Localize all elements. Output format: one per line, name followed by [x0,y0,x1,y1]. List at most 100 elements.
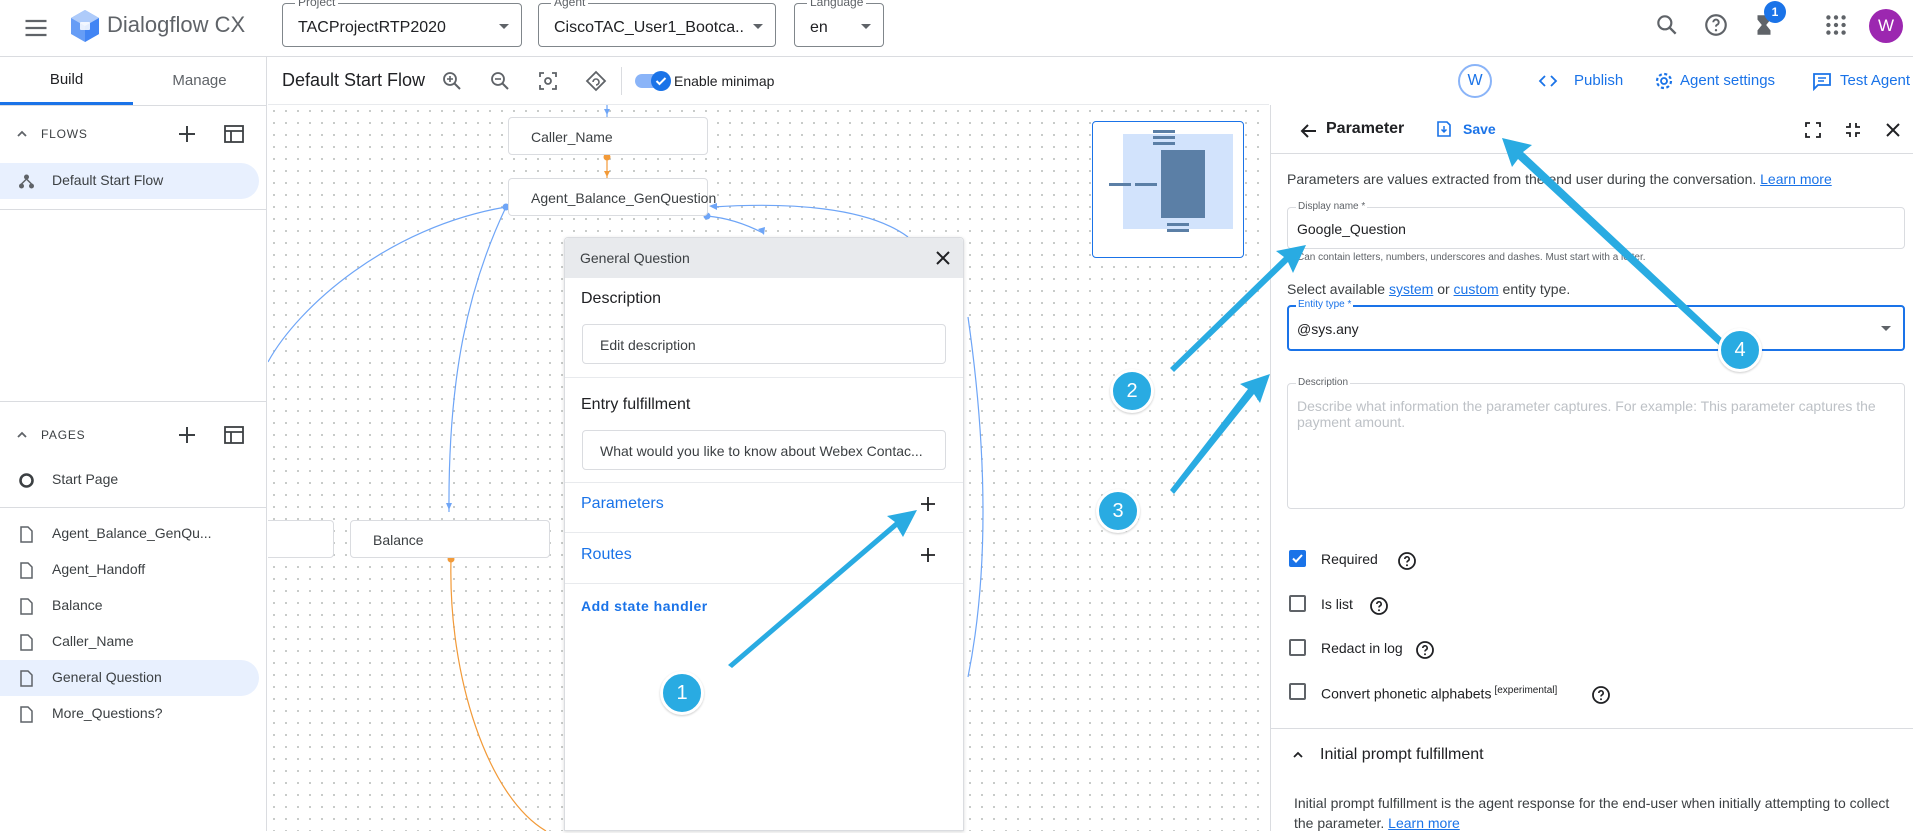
notification-count-badge: 1 [1764,1,1786,23]
page-item[interactable]: Balance [0,588,259,624]
tab-build[interactable]: Build [0,57,133,105]
callout-badge-1: 1 [660,671,704,715]
save-icon[interactable] [1435,120,1453,138]
page-node[interactable]: Caller_Name [508,117,708,155]
description-field[interactable]: Edit description [582,324,946,364]
callout-badge-2: 2 [1110,369,1154,413]
minimap[interactable] [1092,121,1244,258]
agent-select[interactable]: Agent CiscoTAC_User1_Bootca... [538,0,776,47]
fullscreen-icon[interactable] [1803,120,1823,140]
page-item[interactable]: Caller_Name [0,624,259,660]
display-name-hint: Can contain letters, numbers, underscore… [1297,252,1646,263]
help-circle-icon[interactable] [1397,551,1417,571]
is-list-checkbox[interactable] [1289,595,1306,612]
user-avatar[interactable]: W [1869,9,1903,43]
apps-grid-icon[interactable] [1823,12,1849,38]
page-icon [18,670,35,687]
convert-phonetic-label: Convert phonetic alphabets [experimental] [1321,685,1557,702]
add-state-handler-button[interactable]: Add state handler [581,598,708,614]
start-page-icon [18,472,35,489]
top-app-bar: Dialogflow CX Project TACProjectRTP2020 … [0,0,1913,57]
entry-fulfillment-heading: Entry fulfillment [581,396,691,413]
table-view-icon[interactable] [222,423,246,447]
panel-description-text: Parameters are values extracted from the… [1287,171,1757,187]
page-item[interactable]: Agent_Balance_GenQu... [0,516,259,552]
entity-type-select[interactable]: Entity type * @sys.any [1287,299,1905,351]
convert-phonetic-checkbox[interactable] [1289,683,1306,700]
entry-fulfillment-value: What would you like to know about Webex … [600,443,923,459]
help-circle-icon[interactable] [1591,685,1611,705]
custom-link[interactable]: custom [1454,281,1499,297]
page-item[interactable]: Agent_Handoff [0,552,259,588]
project-select[interactable]: Project TACProjectRTP2020 [282,0,522,47]
zoom-out-icon[interactable] [488,69,512,93]
page-node-label: Balance [373,532,424,548]
required-label: Required [1321,551,1378,567]
divider [565,482,963,483]
collapse-icon[interactable] [1843,120,1863,140]
divider [0,507,267,508]
help-circle-icon[interactable] [1369,596,1389,616]
add-page-icon[interactable] [175,423,199,447]
is-list-label: Is list [1321,596,1353,612]
chevron-up-icon[interactable] [1291,748,1305,762]
help-icon[interactable] [1703,12,1729,38]
divider [0,209,267,210]
fit-view-icon[interactable] [536,69,560,93]
add-parameter-icon[interactable] [918,494,938,514]
help-circle-icon[interactable] [1415,640,1435,660]
learn-more-link[interactable]: Learn more [1388,815,1460,831]
entity-type-value: @sys.any [1297,321,1359,337]
zoom-in-icon[interactable] [440,69,464,93]
back-arrow-icon[interactable] [1299,121,1319,141]
system-link[interactable]: system [1389,281,1433,297]
chevron-up-icon[interactable] [15,127,29,141]
page-item-selected[interactable]: General Question [0,660,259,696]
display-name-field[interactable]: Display name * Google_Question [1287,201,1905,249]
page-node[interactable]: Balance [350,520,550,558]
initial-prompt-title[interactable]: Initial prompt fulfillment [1320,746,1484,764]
page-item-start-page[interactable]: Start Page [0,462,259,498]
chevron-down-icon [1881,326,1891,331]
page-node-partial[interactable] [268,520,334,558]
close-icon[interactable] [933,248,953,268]
instructions-text: or [1437,281,1450,297]
project-label: Project [295,0,339,9]
display-name-value: Google_Question [1297,221,1406,237]
close-icon[interactable] [1883,120,1903,140]
collaborator-avatar[interactable]: W [1458,64,1492,98]
tab-manage[interactable]: Manage [133,57,266,105]
chevron-up-icon[interactable] [15,428,29,442]
description-value: Edit description [600,337,696,353]
minimap-toggle[interactable] [635,71,671,91]
learn-more-link[interactable]: Learn more [1760,171,1832,187]
divider [0,105,267,106]
agent-settings-button[interactable]: Agent settings [1680,72,1775,89]
page-item[interactable]: More_Questions? [0,696,259,732]
routes-section-label[interactable]: Routes [581,546,632,564]
required-checkbox[interactable] [1289,550,1306,567]
instructions-text: entity type. [1502,281,1571,297]
flow-item-default-start-flow[interactable]: Default Start Flow [0,163,259,199]
add-route-icon[interactable] [918,545,938,565]
menu-icon[interactable] [22,14,50,42]
add-flow-icon[interactable] [175,122,199,146]
page-item-label: Balance [52,597,103,613]
redact-in-log-checkbox[interactable] [1289,639,1306,656]
publish-button[interactable]: Publish [1574,72,1623,89]
search-icon[interactable] [1654,12,1680,38]
page-node[interactable]: Agent_Balance_GenQuestion [508,178,716,216]
description-textarea[interactable]: Description Describe what information th… [1287,377,1905,509]
save-button[interactable]: Save [1463,121,1496,137]
page-item-label: Caller_Name [52,633,134,649]
description-placeholder: Describe what information the parameter … [1297,398,1876,430]
parameters-section-label[interactable]: Parameters [581,495,664,513]
entity-type-label: Entity type * [1296,299,1354,310]
test-agent-button[interactable]: Test Agent [1840,72,1910,89]
language-select[interactable]: Language en [794,0,884,47]
entry-fulfillment-field[interactable]: What would you like to know about Webex … [582,430,946,470]
experimental-tag: [experimental] [1494,685,1558,696]
table-view-icon[interactable] [222,122,246,146]
auto-layout-icon[interactable] [584,69,608,93]
code-icon [1538,71,1558,91]
